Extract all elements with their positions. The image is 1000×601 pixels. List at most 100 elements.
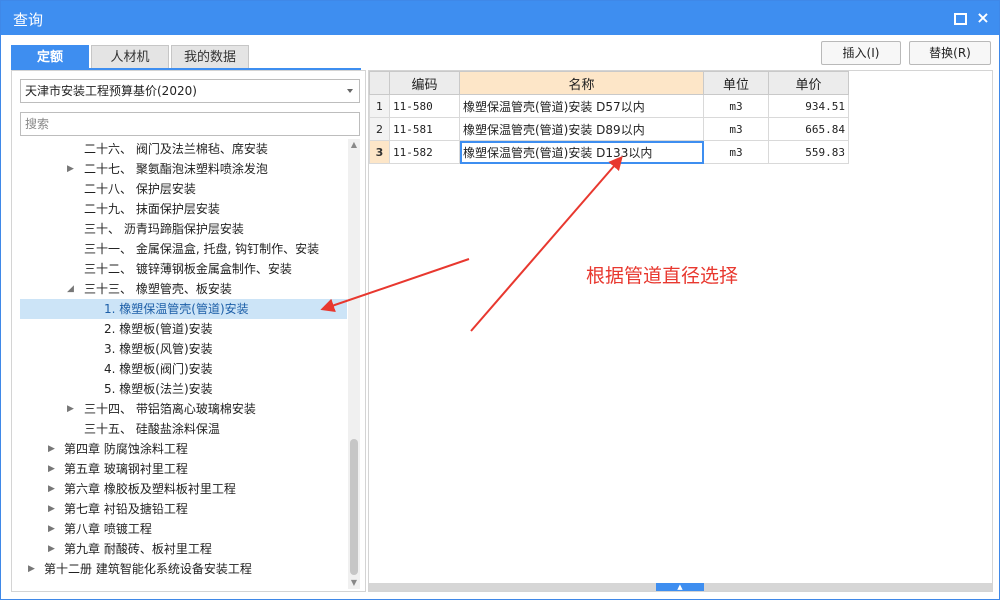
tree-item[interactable]: ▶ 二十七、 聚氨酯泡沫塑料喷涂发泡 xyxy=(20,159,347,179)
column-header-name[interactable]: 名称 xyxy=(459,71,704,95)
tree-item[interactable]: 二十六、 阀门及法兰棉毡、席安装 xyxy=(20,139,347,159)
row-number: 1 xyxy=(369,94,390,118)
window-title: 查询 xyxy=(13,11,44,29)
tree-item-label: 第四章 防腐蚀涂料工程 xyxy=(64,442,188,456)
cell-unit[interactable]: m3 xyxy=(703,94,769,118)
tree-scrollbar[interactable]: ▲ ▼ xyxy=(348,139,360,589)
tree-item[interactable]: ▶ 第五章 玻璃钢衬里工程 xyxy=(20,459,347,479)
quota-tree: 二十六、 阀门及法兰棉毡、席安装 ▶ 二十七、 聚氨酯泡沫塑料喷涂发泡 二十八、 … xyxy=(20,139,347,589)
cell-unit[interactable]: m3 xyxy=(703,117,769,141)
tree-item-label: 第五章 玻璃钢衬里工程 xyxy=(64,462,188,476)
tree-item-label: 5. 橡塑板(法兰)安装 xyxy=(104,382,213,396)
tree-item[interactable]: ▶ 第六章 橡胶板及塑料板衬里工程 xyxy=(20,479,347,499)
cell-name-focused[interactable]: 橡塑保温管壳(管道)安装 D133以内 xyxy=(459,140,704,164)
expand-arrow-icon[interactable]: ▶ xyxy=(48,439,58,459)
tree-item[interactable]: 三十一、 金属保温盒, 托盘, 钩钉制作、安装 xyxy=(20,239,347,259)
expand-arrow-icon[interactable]: ▶ xyxy=(28,559,38,579)
cell-price[interactable]: 665.84 xyxy=(768,117,849,141)
expand-arrow-icon[interactable]: ▶ xyxy=(48,459,58,479)
cell-code[interactable]: 11-582 xyxy=(389,140,460,164)
tree-item[interactable]: ▶ 第九章 耐酸砖、板衬里工程 xyxy=(20,539,347,559)
left-panel: 天津市安装工程预算基价(2020) 二十六、 阀门及法兰棉毡、席安装 ▶ 二十七、… xyxy=(11,70,366,592)
library-select-value: 天津市安装工程预算基价(2020) xyxy=(25,84,197,98)
tree-item[interactable]: ◢ 三十三、 橡塑管壳、板安装 xyxy=(20,279,347,299)
column-header-code[interactable]: 编码 xyxy=(389,71,460,95)
expand-arrow-icon[interactable]: ▶ xyxy=(48,539,58,559)
tree-item[interactable]: ▶ 第七章 衬铅及搪铅工程 xyxy=(20,499,347,519)
tree-item-label: 二十九、 抹面保护层安装 xyxy=(84,202,220,216)
tree-item-label: 三十一、 金属保温盒, 托盘, 钩钉制作、安装 xyxy=(84,242,320,256)
table-row-active[interactable]: 3 11-582 橡塑保温管壳(管道)安装 D133以内 m3 559.83 xyxy=(369,140,849,164)
table-header-row: 编码 名称 单位 单价 xyxy=(369,71,849,95)
scrollbar-thumb[interactable] xyxy=(350,439,358,575)
row-number: 2 xyxy=(369,117,390,141)
tree-item-label: 三十三、 橡塑管壳、板安装 xyxy=(84,282,232,296)
tree-item[interactable]: 三十二、 镀锌薄钢板金属盒制作、安装 xyxy=(20,259,347,279)
tree-item-label: 第六章 橡胶板及塑料板衬里工程 xyxy=(64,482,236,496)
results-table: 编码 名称 单位 单价 1 11-580 橡塑保温管壳(管道)安装 D57以内 … xyxy=(369,71,849,164)
cell-price[interactable]: 934.51 xyxy=(768,94,849,118)
expand-arrow-icon[interactable]: ▶ xyxy=(48,479,58,499)
tree-item[interactable]: 二十八、 保护层安装 xyxy=(20,179,347,199)
tree-item-label: 1. 橡塑保温管壳(管道)安装 xyxy=(104,302,249,316)
tab-my-data[interactable]: 我的数据 xyxy=(171,45,249,69)
tree-item-label: 三十四、 带铝箔离心玻璃棉安装 xyxy=(84,402,256,416)
column-header-unit[interactable]: 单位 xyxy=(703,71,769,95)
table-row[interactable]: 2 11-581 橡塑保温管壳(管道)安装 D89以内 m3 665.84 xyxy=(369,117,849,141)
tree-item-label: 4. 橡塑板(阀门)安装 xyxy=(104,362,213,376)
replace-button[interactable]: 替换(R) xyxy=(909,41,991,65)
results-panel: 编码 名称 单位 单价 1 11-580 橡塑保温管壳(管道)安装 D57以内 … xyxy=(368,70,993,592)
expand-arrow-icon[interactable]: ▶ xyxy=(48,519,58,539)
close-icon[interactable]: × xyxy=(975,10,991,26)
collapse-arrow-icon[interactable]: ◢ xyxy=(67,279,77,299)
tree-item-label: 二十六、 阀门及法兰棉毡、席安装 xyxy=(84,142,268,156)
insert-button[interactable]: 插入(I) xyxy=(821,41,901,65)
tree-item[interactable]: 2. 橡塑板(管道)安装 xyxy=(20,319,347,339)
tree-item[interactable]: 3. 橡塑板(风管)安装 xyxy=(20,339,347,359)
tree-item-label: 二十八、 保护层安装 xyxy=(84,182,196,196)
tree-item-label: 三十、 沥青玛蹄脂保护层安装 xyxy=(84,222,244,236)
tree-item[interactable]: 4. 橡塑板(阀门)安装 xyxy=(20,359,347,379)
tree-item[interactable]: 二十九、 抹面保护层安装 xyxy=(20,199,347,219)
chevron-down-icon[interactable] xyxy=(347,89,353,93)
scroll-down-icon[interactable]: ▼ xyxy=(348,577,360,589)
table-row[interactable]: 1 11-580 橡塑保温管壳(管道)安装 D57以内 m3 934.51 xyxy=(369,94,849,118)
query-dialog: 查询 × 定额 人材机 我的数据 插入(I) 替换(R) 天津市安装工程预算基价… xyxy=(0,0,1000,600)
tree-item-label: 第八章 喷镀工程 xyxy=(64,522,152,536)
cell-name[interactable]: 橡塑保温管壳(管道)安装 D89以内 xyxy=(459,117,704,141)
cell-unit[interactable]: m3 xyxy=(703,140,769,164)
tree-item-label: 三十二、 镀锌薄钢板金属盒制作、安装 xyxy=(84,262,292,276)
library-select[interactable]: 天津市安装工程预算基价(2020) xyxy=(20,79,360,103)
splitter-handle-icon[interactable]: ▲ xyxy=(656,583,704,591)
panel-splitter[interactable]: ▲ xyxy=(369,583,992,591)
scroll-up-icon[interactable]: ▲ xyxy=(348,139,360,151)
cell-code[interactable]: 11-581 xyxy=(389,117,460,141)
tree-item[interactable]: ▶ 第八章 喷镀工程 xyxy=(20,519,347,539)
tree-item-label: 三十五、 硅酸盐涂料保温 xyxy=(84,422,220,436)
tree-item-label: 二十七、 聚氨酯泡沫塑料喷涂发泡 xyxy=(84,162,268,176)
tree-item-label: 第十二册 建筑智能化系统设备安装工程 xyxy=(44,562,252,576)
tree-item[interactable]: 5. 橡塑板(法兰)安装 xyxy=(20,379,347,399)
tab-labor-material-machine[interactable]: 人材机 xyxy=(91,45,169,69)
tree-item[interactable]: 三十、 沥青玛蹄脂保护层安装 xyxy=(20,219,347,239)
column-header-price[interactable]: 单价 xyxy=(768,71,849,95)
search-input[interactable] xyxy=(20,112,360,136)
cell-name[interactable]: 橡塑保温管壳(管道)安装 D57以内 xyxy=(459,94,704,118)
tab-quota[interactable]: 定额 xyxy=(11,45,89,69)
tree-item-label: 第九章 耐酸砖、板衬里工程 xyxy=(64,542,212,556)
cell-price[interactable]: 559.83 xyxy=(768,140,849,164)
title-bar[interactable]: 查询 × xyxy=(1,1,999,35)
tree-item[interactable]: ▶ 三十四、 带铝箔离心玻璃棉安装 xyxy=(20,399,347,419)
expand-arrow-icon[interactable]: ▶ xyxy=(67,399,77,419)
tree-item-label: 3. 橡塑板(风管)安装 xyxy=(104,342,213,356)
row-number-header xyxy=(369,71,390,95)
tree-item[interactable]: ▶ 第四章 防腐蚀涂料工程 xyxy=(20,439,347,459)
tree-item-label: 第七章 衬铅及搪铅工程 xyxy=(64,502,188,516)
tree-item[interactable]: 三十五、 硅酸盐涂料保温 xyxy=(20,419,347,439)
tree-item[interactable]: ▶ 第十二册 建筑智能化系统设备安装工程 xyxy=(20,559,347,579)
cell-code[interactable]: 11-580 xyxy=(389,94,460,118)
maximize-icon[interactable] xyxy=(951,10,967,26)
expand-arrow-icon[interactable]: ▶ xyxy=(67,159,77,179)
expand-arrow-icon[interactable]: ▶ xyxy=(48,499,58,519)
tree-item-selected[interactable]: 1. 橡塑保温管壳(管道)安装 xyxy=(20,299,347,319)
